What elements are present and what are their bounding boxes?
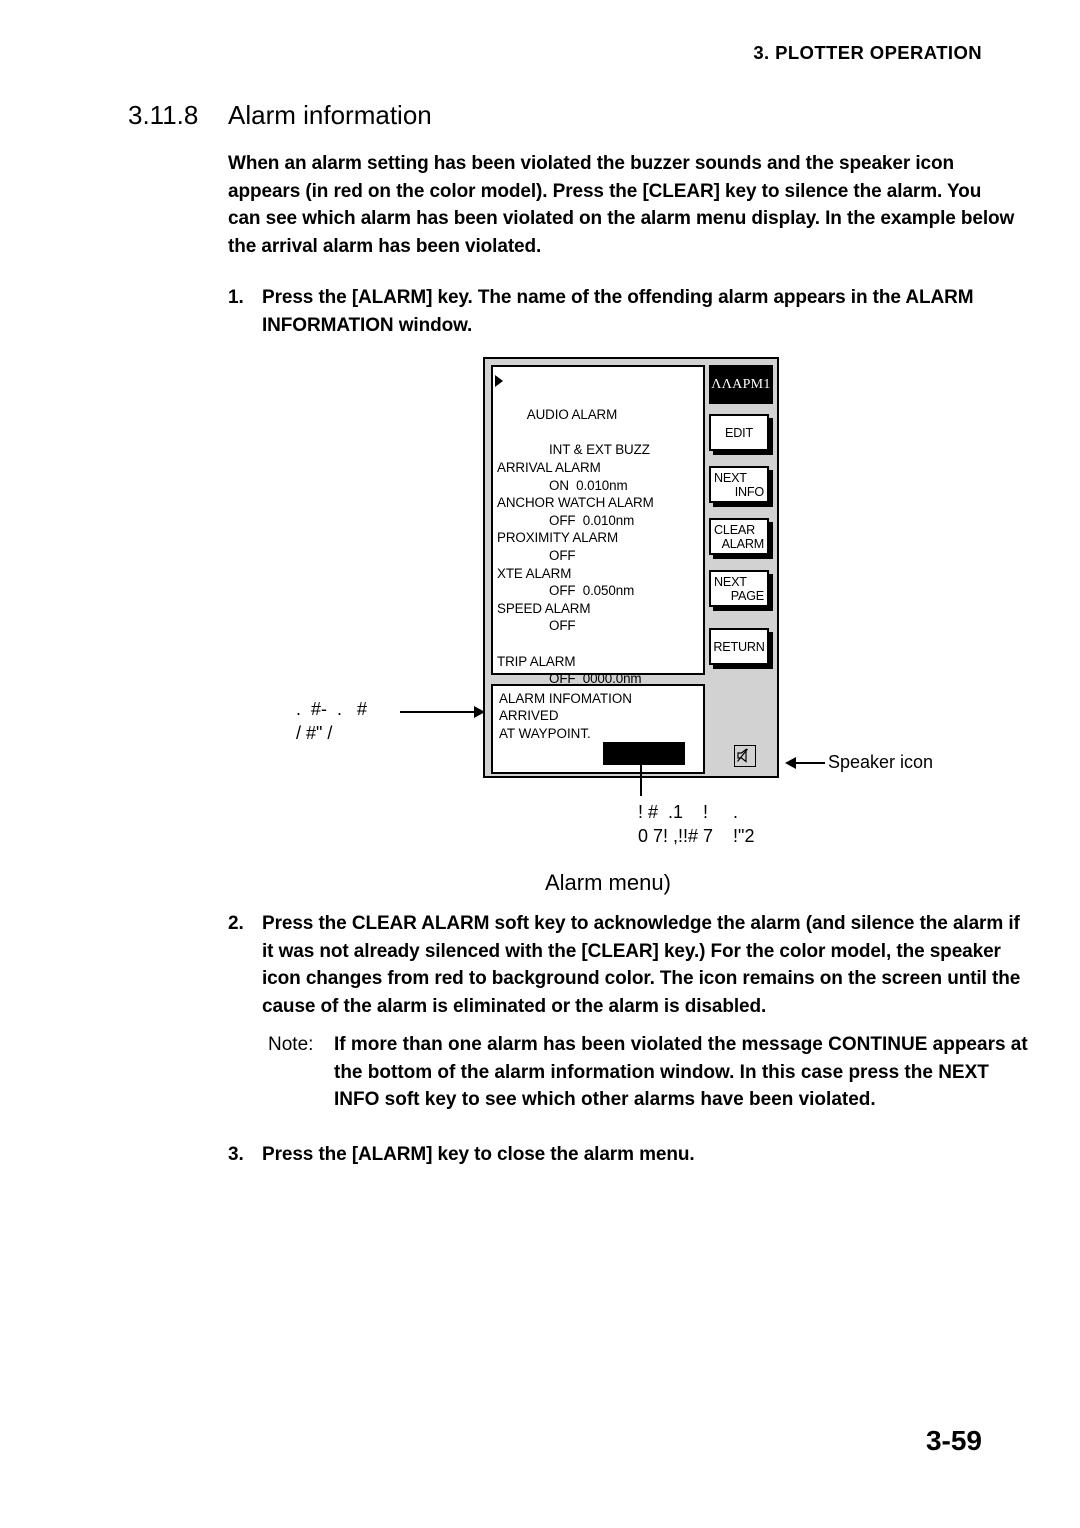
running-header: 3. PLOTTER OPERATION [753,42,982,63]
figure-caption: Alarm menu) [545,870,671,895]
menu-item-proximity-alarm[interactable]: PROXIMITY ALARM [497,529,703,547]
section-title: Alarm information [228,100,432,130]
intro-paragraph: When an alarm setting has been violated … [228,153,1015,257]
softkey-edit-wrap: EDIT [709,414,775,455]
softkey-return[interactable]: RETURN [709,628,769,665]
softkey-next-info-wrap: NEXT INFO [709,466,775,507]
section-number: 3.11.8 [128,100,199,130]
softkey-next-info[interactable]: NEXT INFO [709,466,769,503]
softkey-clear-alarm-line1: CLEAR [714,523,755,537]
menu-item-arrival-alarm[interactable]: ARRIVAL ALARM [497,459,703,477]
menu-item-audio-alarm[interactable]: AUDIO ALARM [495,371,703,441]
note-label: Note: [268,1034,314,1055]
menu-value-proximity-alarm: OFF [549,547,576,563]
note-block: Note: If more than one alarm has been vi… [268,1031,1028,1114]
softkey-return-label: RETURN [713,639,765,654]
annotation-bottom-line2: 0 7! ,!!# 7 !"2 [638,826,755,846]
softkey-next-page-line2: PAGE [730,589,764,603]
softkey-column: EDIT NEXT INFO CLEAR ALARM NEXT PAGE RET… [709,414,775,680]
step-1-marker: 1. [228,287,244,308]
cursor-arrow-icon [495,374,503,387]
menu-value-xte-alarm: OFF 0.050nm [549,583,635,599]
menu-spacer [497,635,703,653]
annotation-bottom: ! # .1 ! . 0 7! ,!!# 7 !"2 [638,800,754,848]
softkey-next-page-wrap: NEXT PAGE [709,570,775,611]
menu-value-audio-alarm: INT & EXT BUZZ [549,442,650,458]
menu-item-xte-alarm[interactable]: XTE ALARM [497,565,703,583]
leader-arrow-bottom-icon [635,752,647,763]
alarm-menu-list: AUDIO ALARM INT & EXT BUZZ ARRIVAL ALARM… [491,365,705,686]
speaker-icon [734,745,756,767]
menu-value-arrival-alarm: ON 0.010nm [549,477,628,493]
annotation-left-line1: . #- . # [296,699,368,719]
alarm-info-line-2: ARRIVED [499,708,559,724]
screen-title-tag: ΛΛAPM1 [709,365,773,404]
softkey-edit[interactable]: EDIT [709,414,769,451]
step-1: 1. Press the [ALARM] key. The name of th… [228,284,1023,339]
leader-arrow-left-icon [474,706,485,718]
softkey-next-info-line2: INFO [734,485,764,499]
step-3-marker: 3. [228,1144,244,1165]
leader-line-left [400,711,476,713]
softkey-clear-alarm-wrap: CLEAR ALARM [709,518,775,559]
leader-line-speaker [795,762,825,764]
menu-value-anchor-watch-alarm: OFF 0.010nm [549,512,635,528]
leader-arrow-speaker-icon [785,757,796,769]
leader-line-bottom [640,760,642,796]
softkey-edit-label: EDIT [725,425,753,440]
menu-value-speed-alarm: OFF [549,618,576,634]
page-title: 3.11.8 Alarm information [128,100,1008,131]
softkey-clear-alarm-line2: ALARM [721,537,765,551]
annotation-speaker-label: Speaker icon [828,752,934,772]
page-number: 3-59 [925,1425,982,1456]
step-1-text: Press the [ALARM] key. The name of the o… [262,287,974,336]
speaker-icon-glyph [737,748,748,763]
menu-item-label: AUDIO ALARM [526,407,618,423]
softkey-return-wrap: RETURN [709,628,775,669]
menu-item-anchor-watch-alarm[interactable]: ANCHOR WATCH ALARM [497,494,703,512]
menu-item-speed-alarm[interactable]: SPEED ALARM [497,600,703,618]
annotation-left: . #- . # / #" / [296,697,367,745]
annotation-left-line2: / #" / [296,723,333,743]
step-3-text: Press the [ALARM] key to close the alarm… [262,1144,695,1165]
alarm-info-line-3: AT WAYPOINT. [499,725,591,741]
softkey-next-page[interactable]: NEXT PAGE [709,570,769,607]
alarm-information-window: ALARM INFOMATION ARRIVED AT WAYPOINT. [491,684,705,774]
softkey-next-page-line1: NEXT [714,575,747,589]
annotation-bottom-line1: ! # .1 ! . [638,802,739,822]
softkey-clear-alarm[interactable]: CLEAR ALARM [709,518,769,555]
alarm-info-title: ALARM INFOMATION [499,691,632,706]
menu-item-trip-alarm[interactable]: TRIP ALARM [497,653,703,671]
softkey-next-info-line1: NEXT [714,471,747,485]
alarm-menu-figure: AUDIO ALARM INT & EXT BUZZ ARRIVAL ALARM… [483,357,779,778]
step-3: 3. Press the [ALARM] key to close the al… [228,1141,1028,1169]
step-2-text: Press the CLEAR ALARM soft key to acknow… [262,913,1021,1017]
note-text: If more than one alarm has been violated… [334,1034,1028,1110]
step-2: 2. Press the CLEAR ALARM soft key to ack… [228,910,1028,1020]
step-2-marker: 2. [228,913,244,934]
